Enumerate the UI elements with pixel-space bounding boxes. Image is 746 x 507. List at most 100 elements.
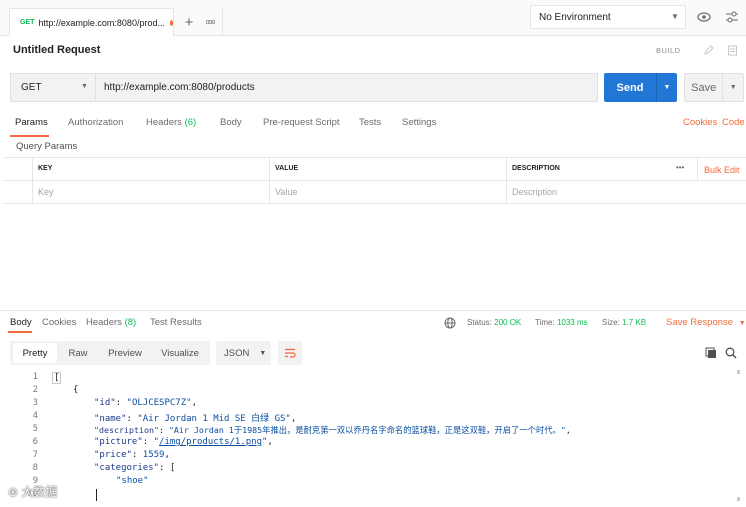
more-tabs-button[interactable]: ooo (200, 14, 220, 30)
column-header-description: DESCRIPTION (512, 165, 560, 172)
scrollbar-top[interactable] (737, 370, 740, 374)
line-number: 2 (32, 385, 38, 395)
scrollbar-bottom[interactable] (737, 497, 740, 501)
save-options-chevron-icon[interactable]: ▼ (723, 84, 743, 91)
json-number: 1559 (142, 450, 165, 460)
response-tab-test-results[interactable]: Test Results (150, 317, 202, 328)
params-header-bottom (4, 180, 746, 181)
method-label: GET (21, 82, 42, 93)
active-tab-underline (10, 135, 49, 137)
documentation-icon[interactable] (721, 40, 743, 60)
tab-params[interactable]: Params (15, 117, 48, 128)
json-key: "name" (94, 414, 127, 424)
json-string: "Air Jordan 1于1985年推出，是耐克第一双以乔丹名字命名的篮球鞋，… (168, 425, 566, 435)
tab-headers-label: Headers (146, 117, 182, 128)
wrap-lines-icon[interactable] (278, 341, 302, 365)
response-tab-headers[interactable]: Headers (8) (86, 317, 136, 328)
tab-authorization[interactable]: Authorization (68, 117, 123, 128)
code-line-description: "description": "Air Jordan 1于1985年推出，是耐克… (94, 425, 571, 435)
more-options-button[interactable]: ••• (676, 163, 684, 172)
column-header-value: VALUE (275, 165, 299, 172)
environment-select[interactable]: No Environment ▼ (530, 5, 686, 29)
status-info[interactable]: Status: 200 OK (467, 318, 521, 327)
watermark-text: 大数据 (21, 485, 58, 499)
code-line-id: "id": "OLJCESPC7Z", (94, 398, 197, 408)
json-link[interactable]: /img/products/1.png (159, 437, 262, 447)
send-button[interactable]: Send ▼ (604, 73, 677, 102)
json-key: "description" (94, 425, 159, 435)
save-label: Save (691, 81, 717, 94)
params-table-top (4, 157, 746, 158)
save-response-button[interactable]: Save Response ▼ (666, 317, 746, 328)
text-cursor (96, 489, 97, 501)
response-tab-cookies[interactable]: Cookies (42, 317, 76, 328)
language-select[interactable]: JSON ▼ (216, 341, 271, 365)
line-number: 6 (32, 437, 38, 447)
settings-sliders-icon[interactable] (720, 5, 744, 29)
url-input[interactable]: http://example.com:8080/products (96, 73, 598, 102)
unsaved-dot-icon (169, 19, 173, 26)
save-button[interactable]: Save ▼ (684, 73, 744, 102)
json-key: "picture" (94, 437, 143, 447)
param-key-input[interactable]: Key (38, 187, 54, 197)
json-key: "categories" (94, 463, 160, 473)
format-raw[interactable]: Raw (58, 343, 98, 363)
param-description-input[interactable]: Description (512, 187, 557, 197)
code-line-category-item: "shoe" (116, 476, 149, 486)
save-response-label: Save Response (666, 317, 734, 328)
request-title[interactable]: Untitled Request (13, 44, 100, 56)
format-visualize[interactable]: Visualize (152, 343, 208, 363)
send-options-chevron-icon[interactable]: ▼ (657, 84, 677, 91)
param-value-input[interactable]: Value (275, 187, 297, 197)
headers-count: (6) (184, 117, 197, 128)
code-line-picture: "picture": "/img/products/1.png", (94, 437, 273, 447)
search-icon[interactable] (725, 346, 737, 364)
time-value: 1033 ms (556, 318, 588, 327)
format-preview[interactable]: Preview (100, 343, 150, 363)
tab-tests[interactable]: Tests (359, 117, 381, 128)
code-link[interactable]: Code (722, 117, 745, 128)
params-row-bottom (4, 203, 746, 204)
cookies-link[interactable]: Cookies (683, 117, 717, 128)
tab-title: http://example.com:8080/prod... (38, 17, 165, 28)
json-key: "price" (94, 450, 132, 460)
response-active-underline (8, 331, 32, 333)
tab-headers[interactable]: Headers (6) (146, 117, 196, 128)
tab-prerequest-script[interactable]: Pre-request Script (263, 117, 340, 128)
chevron-down-icon: ▼ (738, 320, 746, 327)
environment-label: No Environment (539, 11, 611, 23)
line-number: 8 (32, 463, 38, 473)
request-tab[interactable]: GET http://example.com:8080/prod... (9, 8, 174, 36)
response-tab-headers-label: Headers (86, 317, 122, 328)
bulk-edit-link[interactable]: Bulk Edit (704, 165, 740, 175)
chevron-down-icon: ▼ (81, 83, 88, 90)
response-tab-body[interactable]: Body (10, 317, 32, 328)
response-divider (0, 310, 746, 311)
col-divider (269, 157, 270, 204)
watermark-logo-icon: ⊙ (8, 485, 19, 499)
code-brace: { (73, 385, 79, 395)
col-divider (506, 157, 507, 204)
format-pretty[interactable]: Pretty (13, 343, 57, 363)
tab-settings[interactable]: Settings (402, 117, 436, 128)
json-key: "id" (94, 398, 116, 408)
language-label: JSON (224, 347, 250, 359)
line-number: 7 (32, 450, 38, 460)
new-tab-plus-icon[interactable]: + (180, 13, 198, 31)
build-label[interactable]: BUILD (656, 46, 681, 55)
json-string: "Air Jordan 1 Mid SE 白绿 GS" (137, 414, 291, 424)
method-select[interactable]: GET ▼ (10, 73, 96, 102)
eye-icon[interactable] (692, 5, 716, 29)
watermark: ⊙ 大数据 (8, 483, 57, 500)
globe-icon[interactable] (444, 316, 456, 334)
time-info[interactable]: Time: 1033 ms (535, 318, 588, 327)
send-label: Send (616, 81, 644, 94)
copy-icon[interactable] (705, 346, 717, 364)
tab-body[interactable]: Body (220, 117, 242, 128)
edit-icon[interactable] (697, 40, 719, 60)
code-line-name: "name": "Air Jordan 1 Mid SE 白绿 GS", (94, 414, 297, 424)
line-number: 5 (32, 424, 38, 434)
code-line-price: "price": 1559, (94, 450, 170, 460)
size-info[interactable]: Size: 1.7 KB (602, 318, 646, 327)
code-line-categories: "categories": [ (94, 463, 176, 473)
